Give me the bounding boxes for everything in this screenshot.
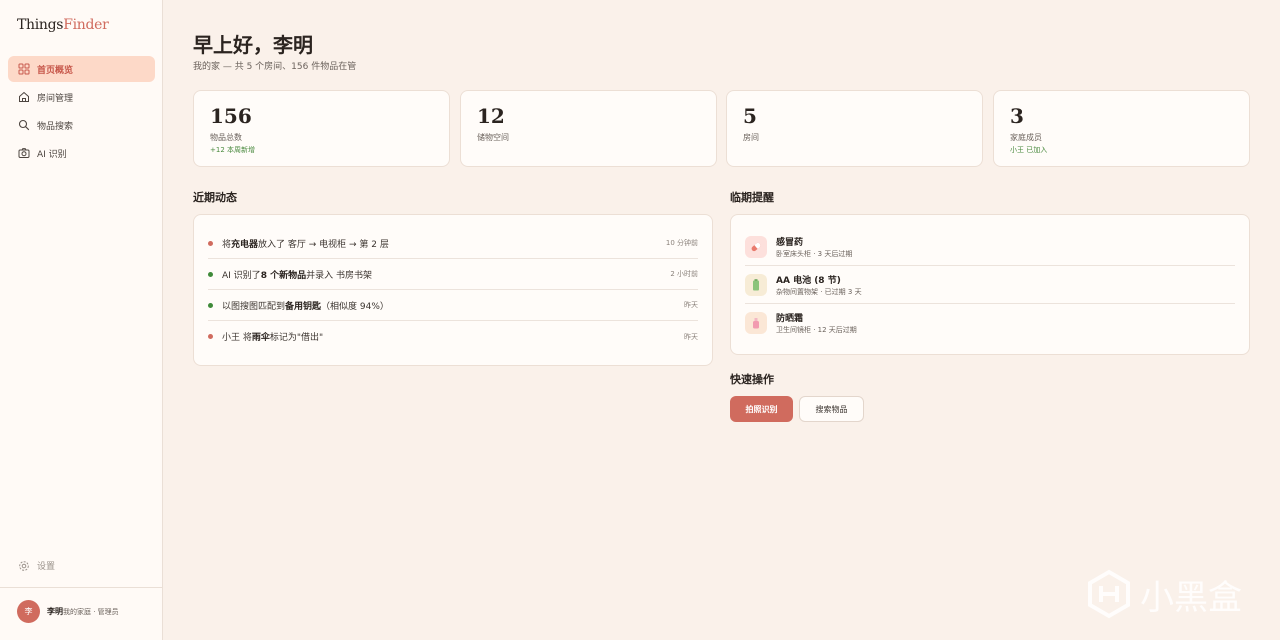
activity-title: 近期动态	[193, 191, 237, 204]
photo-recognize-button[interactable]: 拍照识别	[730, 396, 793, 422]
sidebar: ThingsFinder 首页概览 房间管理 物品搜索 AI 识别 设置 李 李…	[0, 0, 163, 640]
activity-text: 并录入 书房书架	[306, 270, 372, 281]
stat-label: 家庭成员	[1010, 133, 1042, 142]
expiry-title: 临期提醒	[730, 191, 774, 204]
expiry-item-name: 感冒药	[776, 237, 804, 248]
activity-time: 10 分钟前	[665, 239, 698, 247]
sidebar-item-rooms[interactable]: 房间管理	[8, 84, 155, 110]
gear-icon	[19, 560, 29, 571]
status-dot	[208, 271, 213, 277]
page-subtitle: 我的家 — 共 5 个房间、156 件物品在管	[193, 62, 357, 72]
avatar: 李	[17, 600, 40, 623]
expiry-item-name: AA 电池 (8 节)	[776, 275, 841, 286]
settings-link[interactable]: 设置	[18, 559, 55, 572]
heybox-logo-icon	[1088, 569, 1130, 619]
settings-label: 设置	[37, 562, 56, 572]
expiry-item-detail: 卫生间镜柜 · 12 天后过期	[776, 326, 857, 334]
activity-text: 标记为"借出"	[269, 333, 324, 343]
list-item[interactable]: AA 电池 (8 节) 杂物间置物架 · 已过期 3 天	[745, 266, 1235, 304]
search-items-button[interactable]: 搜索物品	[799, 396, 864, 422]
logo-text-things: Things	[17, 17, 64, 33]
activity-time: 昨天	[684, 301, 698, 309]
stat-value: 3	[1010, 104, 1024, 128]
stat-extra: +12 本周新增	[210, 146, 255, 154]
activity-time: 昨天	[684, 332, 698, 341]
watermark: 小黑盒	[1086, 569, 1242, 619]
list-item[interactable]: 小王 将 雨伞 标记为"借出" 昨天	[208, 321, 698, 352]
status-dot	[208, 240, 213, 246]
stats-row: 156 物品总数 +12 本周新增 12 储物空间 5 房间 3 家庭成员 小王…	[193, 90, 1250, 167]
stat-extra: 小王 已加入	[1010, 146, 1048, 154]
sidebar-item-label: AI 识别	[37, 149, 67, 160]
search-icon	[18, 119, 30, 131]
expiry-item-name: 防晒霜	[776, 314, 804, 324]
list-item[interactable]: 将 充电器 放入了 客厅 → 电视柜 → 第 2 层 10 分钟前	[208, 228, 698, 259]
stat-value: 156	[210, 104, 252, 128]
list-item[interactable]: AI 识别了 8 个新物品 并录入 书房书架 2 小时前	[208, 259, 698, 290]
expiry-item-detail: 杂物间置物架 · 已过期 3 天	[776, 287, 862, 296]
stat-card-storage[interactable]: 12 储物空间	[460, 90, 717, 167]
activity-text: AI 识别了	[222, 270, 261, 281]
user-role: 我的家庭 · 管理员	[63, 607, 119, 616]
sidebar-item-search[interactable]: 物品搜索	[8, 112, 155, 138]
stat-label: 房间	[743, 133, 759, 142]
sidebar-item-label: 物品搜索	[37, 121, 74, 132]
list-item[interactable]: 感冒药 卧室床头柜 · 3 天后过期	[745, 228, 1235, 266]
stat-value: 5	[743, 104, 757, 128]
expiry-item-detail: 卧室床头柜 · 3 天后过期	[776, 249, 853, 258]
status-dot	[208, 302, 213, 308]
sidebar-item-label: 首页概览	[37, 65, 74, 76]
camera-icon	[18, 148, 30, 158]
activity-text: 以图搜图匹配到	[222, 301, 286, 312]
sidebar-divider	[0, 587, 162, 588]
user-name: 李明	[47, 607, 63, 616]
status-dot	[208, 334, 213, 339]
expiry-card: 感冒药 卧室床头柜 · 3 天后过期 AA 电池 (8 节) 杂物间置物架 · …	[730, 214, 1250, 355]
user-profile[interactable]: 李 李明 我的家庭 · 管理员	[17, 600, 119, 623]
activity-item-name: 雨伞	[251, 333, 270, 343]
watermark-text: 小黑盒	[1140, 577, 1242, 618]
battery-icon	[745, 273, 767, 296]
stat-value: 12	[477, 104, 505, 128]
list-item[interactable]: 以图搜图匹配到 备用钥匙 （相似度 94%） 昨天	[208, 290, 698, 321]
stat-label: 物品总数	[210, 133, 242, 142]
bottle-icon	[745, 312, 767, 334]
sidebar-item-overview[interactable]: 首页概览	[8, 56, 155, 82]
stat-card-items[interactable]: 156 物品总数 +12 本周新增	[193, 90, 450, 167]
list-item[interactable]: 防晒霜 卫生间镜柜 · 12 天后过期	[745, 304, 1235, 342]
stat-card-members[interactable]: 3 家庭成员 小王 已加入	[993, 90, 1250, 167]
page-title: 早上好，李明	[193, 33, 313, 57]
sidebar-nav: 首页概览 房间管理 物品搜索 AI 识别	[8, 56, 155, 168]
sidebar-item-ai[interactable]: AI 识别	[8, 140, 155, 166]
sidebar-item-label: 房间管理	[37, 93, 74, 104]
activity-text: （相似度 94%）	[321, 301, 389, 312]
activity-item-name: 充电器	[231, 239, 259, 250]
stat-label: 储物空间	[477, 133, 509, 142]
activity-card: 将 充电器 放入了 客厅 → 电视柜 → 第 2 层 10 分钟前 AI 识别了…	[193, 214, 713, 366]
pill-icon	[745, 235, 767, 258]
grid-icon	[18, 63, 30, 75]
activity-item-name: 8 个新物品	[260, 270, 307, 281]
activity-time: 2 小时前	[670, 270, 698, 278]
activity-text: 将	[222, 239, 232, 250]
activity-text: 放入了 客厅 → 电视柜 → 第 2 层	[258, 239, 389, 250]
stat-card-rooms[interactable]: 5 房间	[726, 90, 983, 167]
activity-text: 小王 将	[222, 333, 252, 343]
quick-actions-title: 快速操作	[730, 373, 774, 386]
app-logo[interactable]: ThingsFinder	[17, 17, 109, 33]
logo-text-finder: Finder	[63, 17, 109, 33]
home-icon	[19, 91, 29, 102]
activity-item-name: 备用钥匙	[285, 301, 322, 312]
